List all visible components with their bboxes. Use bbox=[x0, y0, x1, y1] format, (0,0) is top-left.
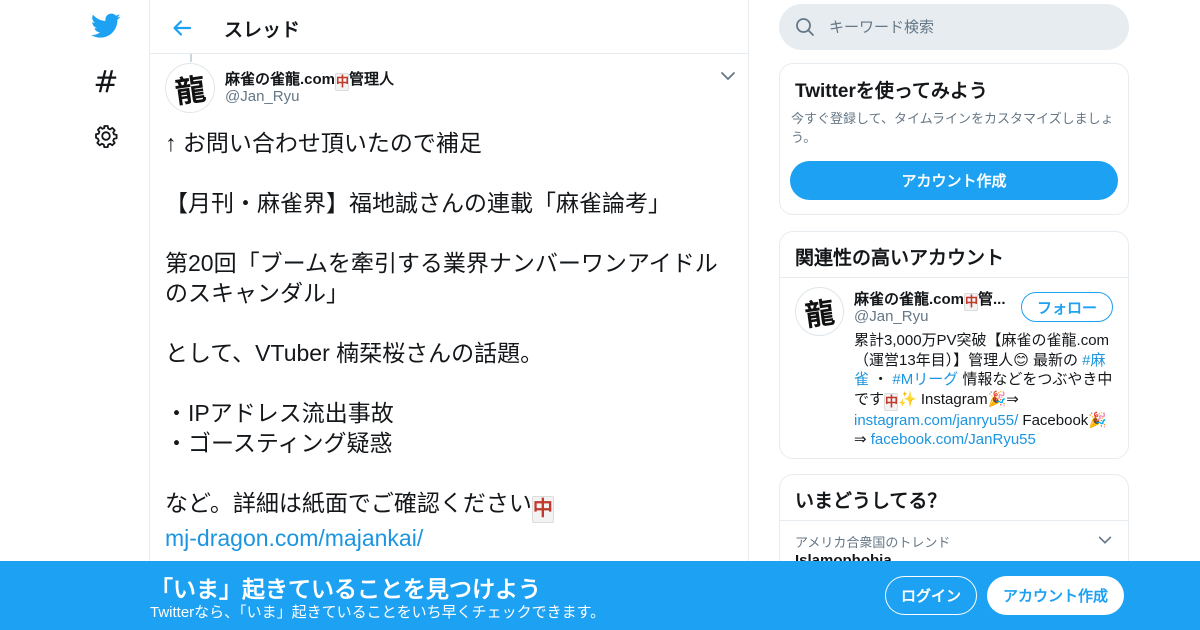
twitter-thread-page: # スレッド 龍 麻雀の雀龍.com中管理人 @Jan_Ryu ↑ お問い合わせ… bbox=[0, 0, 1200, 630]
mahjong-tile-icon: 中 bbox=[964, 293, 979, 311]
instagram-link[interactable]: instagram.com/janryu55/ bbox=[854, 412, 1018, 429]
tweet-line: 第20回「ブームを牽引する業界ナンバーワンアイドルのスキャンダル」 bbox=[165, 250, 718, 306]
create-account-button[interactable]: アカウント作成 bbox=[790, 161, 1118, 200]
mahjong-tile-icon: 中 bbox=[884, 392, 899, 411]
signup-card-title: Twitterを使ってみよう bbox=[795, 81, 988, 102]
tweet-line: として、VTuber 楠栞桜さんの話題。 bbox=[165, 340, 544, 366]
smile-emoji-icon: 😊 bbox=[1013, 351, 1029, 369]
tweet-line: ・ゴースティング疑惑 bbox=[165, 430, 393, 456]
bio-text: ⇒ bbox=[1006, 390, 1019, 408]
chevron-down-icon[interactable] bbox=[1096, 531, 1114, 549]
avatar-glyph: 龍 bbox=[173, 72, 208, 111]
related-account-name-suffix: 管... bbox=[978, 291, 1006, 308]
avatar-glyph: 龍 bbox=[803, 294, 837, 333]
main-column: スレッド 龍 麻雀の雀龍.com中管理人 @Jan_Ryu ↑ お問い合わせ頂い… bbox=[149, 0, 749, 630]
divider bbox=[780, 520, 1128, 521]
tweet-line: ・IPアドレス流出事故 bbox=[165, 400, 394, 426]
thread-title: スレッド bbox=[224, 20, 301, 41]
avatar[interactable]: 龍 bbox=[795, 287, 844, 336]
author-name-text: 麻雀の雀龍.com bbox=[225, 71, 336, 88]
avatar[interactable]: 龍 bbox=[165, 63, 215, 113]
related-account-name-text: 麻雀の雀龍.com bbox=[854, 291, 965, 308]
trend-location: アメリカ合衆国のトレンド bbox=[795, 535, 951, 550]
author-name-suffix: 管理人 bbox=[349, 71, 395, 88]
bio-text: ⇒ bbox=[854, 431, 871, 448]
signup-banner: 「いま」起きていることを見つけよう Twitterなら、「いま」起きていることを… bbox=[0, 561, 1200, 630]
bio-text: Facebook bbox=[1018, 411, 1089, 429]
mahjong-tile-icon: 中 bbox=[531, 496, 554, 523]
related-accounts-title: 関連性の高いアカウント bbox=[795, 248, 1005, 269]
tweet-line-with-tile: など。詳細は紙面でご確認ください中 bbox=[165, 488, 725, 523]
party-popper-emoji-icon: 🎉 bbox=[987, 390, 1007, 408]
tweet-line: など。詳細は紙面でご確認ください bbox=[165, 490, 532, 516]
related-accounts-card: 関連性の高いアカウント 龍 麻雀の雀龍.com中管... @Jan_Ryu フォ… bbox=[779, 231, 1129, 459]
related-account-bio: 累計3,000万PV突破【麻雀の雀龍.com（運営13年目）】管理人😊 最新の … bbox=[854, 331, 1116, 450]
banner-subtitle: Twitterなら、「いま」起きていることをいち早くチェックできます。 bbox=[150, 604, 606, 621]
twitter-bird-icon[interactable] bbox=[86, 6, 126, 46]
hashtag-link[interactable]: #Mリーグ bbox=[892, 371, 958, 388]
search-box bbox=[779, 4, 1129, 50]
trends-title: いまどうしてる？ bbox=[795, 491, 947, 512]
chevron-down-icon[interactable] bbox=[718, 66, 738, 86]
hashtag-icon[interactable]: # bbox=[86, 62, 126, 102]
search-icon bbox=[795, 17, 815, 37]
bio-text: ・ bbox=[869, 371, 893, 388]
signup-card: Twitterを使ってみよう 今すぐ登録して、タイムラインをカスタマイズしましょ… bbox=[779, 63, 1129, 215]
signup-card-description: 今すぐ登録して、タイムラインをカスタマイズしましょう。 bbox=[791, 111, 1114, 145]
tweet-link[interactable]: mj-dragon.com/majankai/ bbox=[165, 523, 725, 553]
back-arrow-icon[interactable] bbox=[168, 14, 196, 42]
bio-text: Instagram bbox=[916, 390, 988, 408]
tweet-line: ↑ お問い合わせ頂いたので補足 bbox=[165, 130, 482, 156]
facebook-link[interactable]: facebook.com/JanRyu55 bbox=[871, 431, 1036, 448]
login-button[interactable]: ログイン bbox=[885, 576, 977, 615]
signup-button[interactable]: アカウント作成 bbox=[987, 576, 1124, 615]
banner-title: 「いま」起きていることを見つけよう bbox=[150, 576, 541, 602]
divider bbox=[780, 277, 1128, 278]
mahjong-tile-icon: 中 bbox=[335, 73, 350, 91]
related-account-handle[interactable]: @Jan_Ryu bbox=[854, 308, 928, 325]
tweet-text: ↑ お問い合わせ頂いたので補足 【月刊・麻雀界】福地誠さんの連載「麻雀論考」 第… bbox=[165, 128, 725, 553]
author-handle[interactable]: @Jan_Ryu bbox=[225, 88, 299, 105]
sparkles-emoji-icon: ✨ bbox=[898, 390, 917, 408]
gear-icon[interactable] bbox=[86, 116, 126, 156]
follow-button[interactable]: フォロー bbox=[1021, 292, 1113, 322]
search-input[interactable] bbox=[829, 4, 1109, 50]
bio-text: 最新の bbox=[1028, 351, 1083, 369]
thread-connector-line bbox=[190, 54, 192, 62]
party-popper-emoji-icon: 🎉 bbox=[1088, 411, 1107, 429]
thread-header: スレッド bbox=[150, 0, 748, 54]
tweet-line: 【月刊・麻雀界】福地誠さんの連載「麻雀論考」 bbox=[165, 190, 671, 216]
